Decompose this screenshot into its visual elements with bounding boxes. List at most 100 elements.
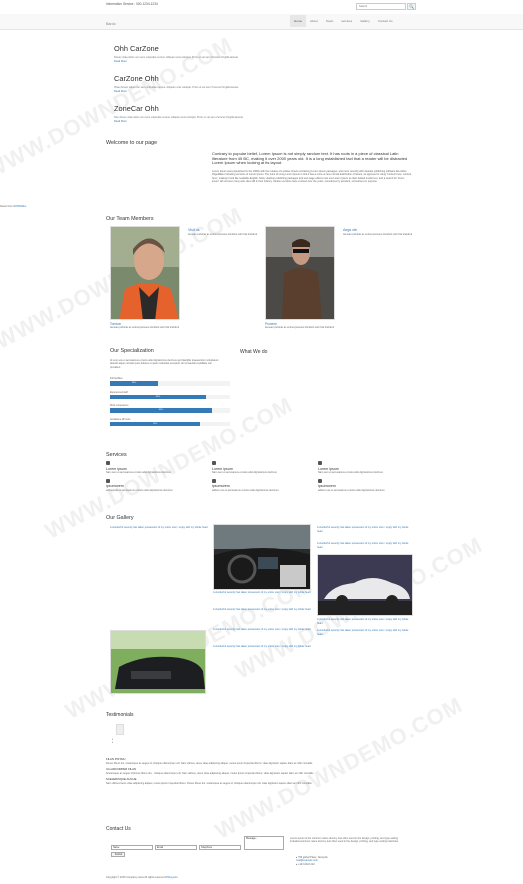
member-caption: Aenean pulvinar ac enimet posuere tincid…: [110, 326, 180, 330]
service-text: Nam sem et accusamus et iusto odio digni…: [106, 471, 171, 475]
gallery-caption[interactable]: A wonderful serenity has taken possessio…: [317, 542, 413, 549]
gallery-caption[interactable]: A wonderful serenity has taken possessio…: [110, 526, 208, 530]
nav-gallery[interactable]: Gallery: [356, 15, 374, 27]
phone-line: ▸ +123 2222 222: [296, 862, 315, 866]
gallery-caption[interactable]: A wonderful serenity has taken possessio…: [317, 629, 413, 636]
gallery-caption[interactable]: A wonderful serenity has taken possessio…: [317, 618, 413, 625]
brand-logo[interactable]: Bardo: [106, 22, 116, 27]
search-input[interactable]: [357, 4, 405, 9]
gallery-caption[interactable]: A wonderful serenity has taken possessio…: [213, 591, 311, 595]
service-text: Nam sem et accusamus et iusto odio digni…: [212, 471, 277, 475]
welcome-body: Lorem Ipsum was popularised in the 1960s…: [212, 170, 412, 184]
slide-text: Donec vitae tellus non sem vulputate cur…: [114, 55, 238, 59]
testimonial-avatar: [116, 724, 124, 735]
nav-services[interactable]: services: [337, 15, 356, 27]
slide-title: CarZone Ohh: [114, 74, 159, 83]
team-member-photo: [110, 226, 180, 320]
gallery-image-black-car[interactable]: [110, 630, 206, 694]
gallery-caption[interactable]: A wonderful serenity has taken possessio…: [213, 628, 311, 632]
white-sports-car-image: [318, 555, 412, 615]
contact-quote: Lorem ipsum is the common name dummy tex…: [290, 837, 399, 844]
nav-home[interactable]: Home: [290, 15, 307, 27]
read-more-link[interactable]: Read More: [114, 90, 414, 94]
gallery-image-interior[interactable]: [213, 524, 311, 590]
specialization-title: Our Specialization: [110, 348, 154, 354]
testimonial-text: Donec libero dui, scelerisque ac augue i…: [106, 761, 313, 765]
black-car-image: [111, 631, 205, 693]
main-nav: Home About Team services Gallery Contact…: [290, 15, 397, 27]
wrench-icon: [318, 478, 322, 483]
gallery-caption[interactable]: A wonderful serenity has taken possessio…: [114, 694, 206, 701]
person-photo-1: [111, 227, 179, 319]
search-icon: 🔍: [409, 4, 414, 9]
message-field[interactable]: Message...: [244, 836, 284, 850]
camera-icon: [212, 478, 216, 483]
testimonial-list: FILAN PISTAIU Donec libero dui, sceleris…: [106, 757, 412, 786]
name-field[interactable]: Name: [111, 845, 153, 850]
nav-team[interactable]: Team: [322, 15, 337, 27]
search-box[interactable]: [356, 3, 406, 10]
welcome-title: Welcome to our page: [106, 140, 158, 146]
email-field[interactable]: Email: [155, 845, 197, 850]
telephone-field[interactable]: Telephone: [199, 845, 241, 850]
read-more-link[interactable]: Read More: [114, 120, 414, 124]
service-item: Lorem ipsum Nam sem et accusamus et iust…: [212, 461, 318, 475]
submit-button[interactable]: Submit: [111, 852, 125, 857]
team-member-photo: [265, 226, 335, 320]
copyright-text: Copyright © 2015 Company name All rights…: [106, 876, 165, 879]
testimonial-text: Nam ultrices lacus vitae adipiscing aliq…: [106, 782, 313, 786]
contact-details: ▸ 756 global Place, Newyork, mail@exampl…: [296, 856, 406, 866]
skill-bar-fill: 40%: [110, 381, 158, 386]
read-more-link[interactable]: Read More: [114, 60, 414, 64]
team-member-2-info: Aegs ofe Aenean pulvinar ac enimet posue…: [343, 228, 413, 236]
footer: Copyright © 2015 Company name All rights…: [106, 876, 178, 879]
gallery-title: Our Gallery: [106, 515, 134, 521]
pencil-icon: [212, 461, 216, 465]
gallery-caption[interactable]: A wonderful serenity has taken possessio…: [213, 608, 311, 612]
what-we-do-title: What We do: [240, 349, 268, 355]
nav-contact[interactable]: Contact Us: [374, 15, 397, 27]
search-button[interactable]: 🔍: [407, 3, 416, 10]
slide-title: ZoneCar Ohh: [114, 104, 159, 113]
slider-note-link[interactable]: WOWSlider: [13, 205, 26, 208]
skill-bar: 40%: [110, 381, 230, 386]
service-text: adhero eos et accusamus et iusto odio di…: [106, 489, 173, 493]
slide-text: Vitae Donec tellus non sem vulputate cur…: [114, 85, 239, 89]
skill-bar-fill: 85%: [110, 408, 212, 413]
footer-link[interactable]: W3Layouts: [165, 876, 178, 879]
nav-about[interactable]: About: [306, 15, 322, 27]
member-desc: Aenean pulvinar ac enimet posuere tincid…: [188, 232, 258, 236]
globe-icon: [106, 478, 110, 483]
service-item: Lorem ipsum Nam sem et accusamus et iust…: [106, 461, 212, 475]
car-interior-image: [214, 525, 310, 589]
slider-note-text: Select from: [0, 205, 13, 208]
skill-bar-fill: 75%: [110, 421, 200, 427]
phone-text: +123 2222 222: [297, 862, 315, 866]
skill-bar: 80%: [110, 394, 230, 400]
service-text: Nam sem et accusamus et iusto odio digni…: [318, 471, 383, 475]
skill-bar: 75%: [110, 421, 230, 427]
services-grid: Lorem ipsum Nam sem et accusamus et iust…: [106, 461, 416, 492]
specialization-intro: At vero eos et accusamus et iusto odio d…: [110, 359, 219, 369]
skill-bar-fill: 80%: [110, 394, 206, 400]
gallery-caption[interactable]: A wonderful serenity has taken possessio…: [317, 526, 413, 533]
service-item: Lorem ipsum Nam sem et accusamus et iust…: [318, 461, 416, 475]
slide-1: Ohh CarZone Donec vitae tellus non sem v…: [114, 44, 414, 64]
service-text: adhero eos et accusamus et iusto odio di…: [212, 489, 279, 493]
skills-list: Full facilities 40% Experienced staff 80…: [110, 378, 230, 427]
top-bar: Information Service : 000-1234-1234: [0, 0, 523, 14]
person-photo-2: [266, 227, 334, 319]
team-member-1-caption: Tomson Aenean pulvinar ac enimet posuere…: [110, 322, 182, 330]
welcome-lead: Contrary to popular belief, Lorem Ipsum …: [212, 151, 408, 166]
testimonial-dots[interactable]: • •: [112, 738, 113, 744]
gallery-image-white-car[interactable]: [317, 554, 413, 616]
navbar: [0, 14, 523, 30]
gallery-caption[interactable]: A wonderful serenity has taken possessio…: [213, 645, 311, 649]
skill-bar: 85%: [110, 408, 230, 413]
slider-note: Select from WOWSlider: [0, 205, 26, 208]
service-item: ipsumorem adhero eos et accusamus et ius…: [212, 478, 318, 493]
service-item: ipsumorem adhero eos et accusamus et ius…: [318, 478, 416, 493]
services-title: Services: [106, 452, 127, 458]
service-text: adhero eos et accusamus et iusto odio di…: [318, 489, 385, 493]
member-caption: Aenean pulvinar ac enimet posuere tincid…: [265, 326, 335, 330]
